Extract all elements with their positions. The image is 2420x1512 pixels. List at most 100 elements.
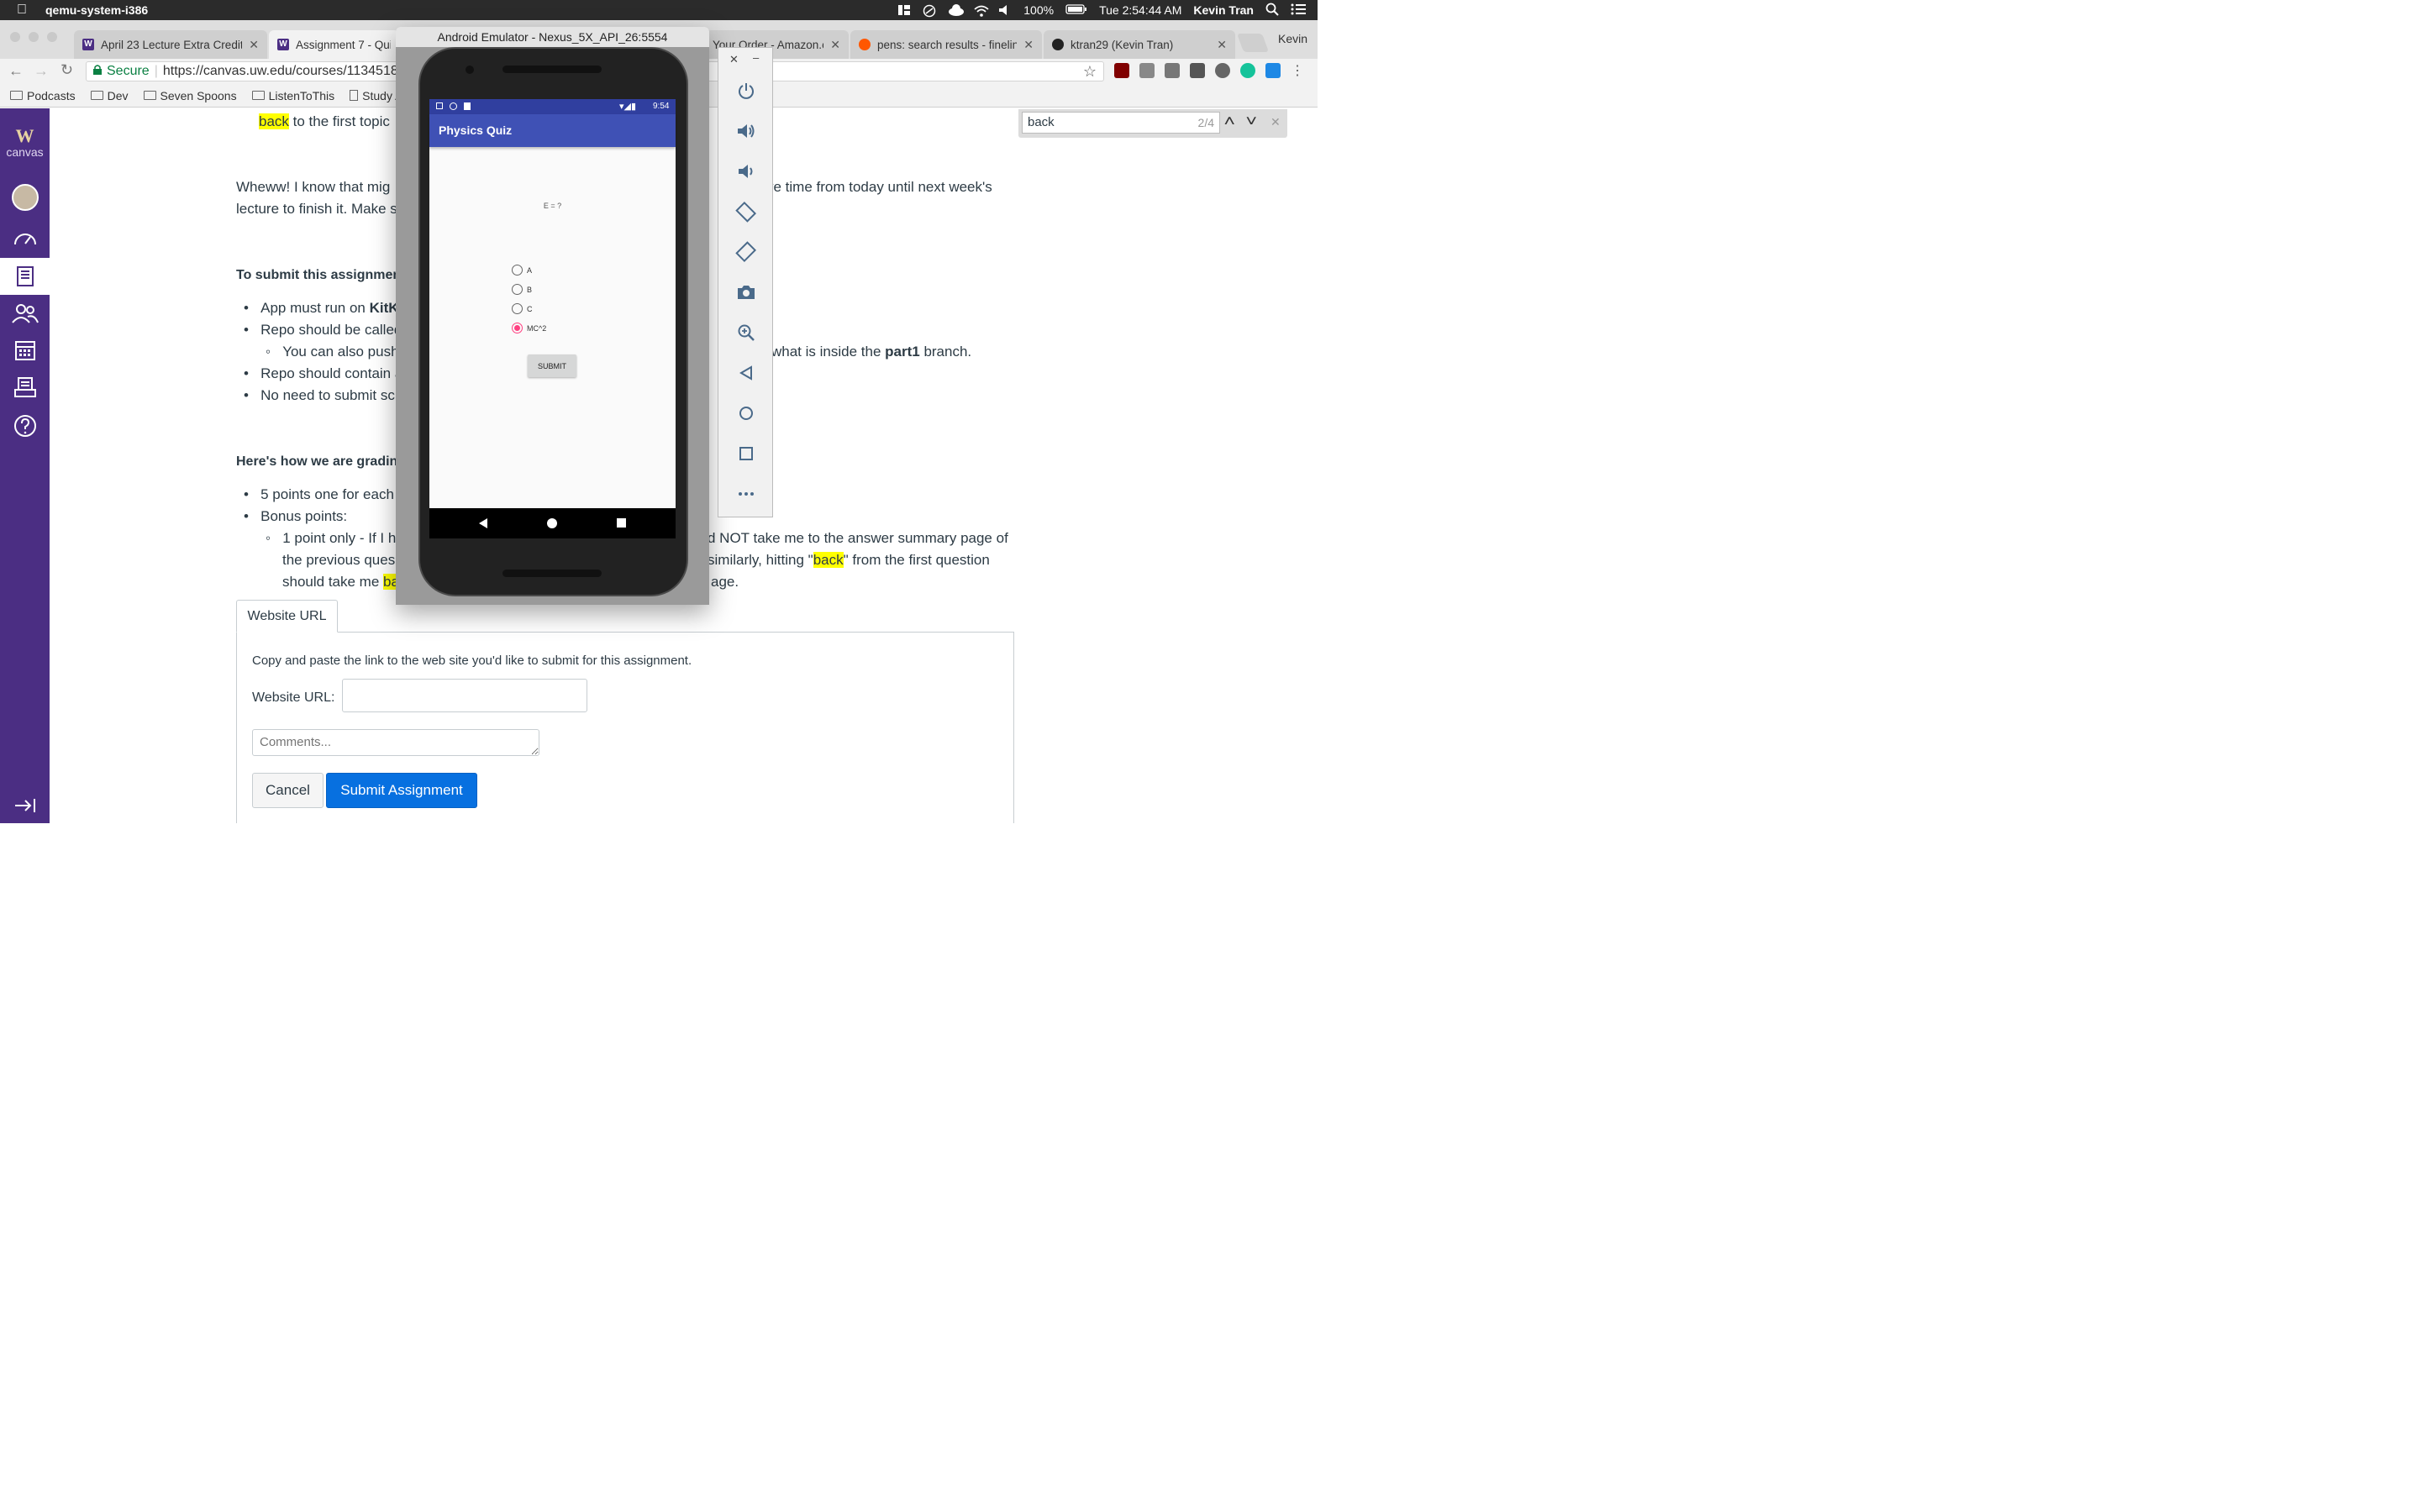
nav-dashboard[interactable] (0, 219, 50, 256)
text: part1 (885, 344, 920, 360)
forward-arrow-icon[interactable]: → (34, 62, 49, 80)
user-name[interactable]: Kevin Tran (1193, 3, 1254, 17)
back-arrow-icon[interactable]: ← (8, 62, 24, 80)
emulator-title[interactable]: Android Emulator - Nexus_5X_API_26:5554 (396, 27, 709, 47)
bookmark-label: Seven Spoons (160, 88, 237, 102)
emulator-minimize-icon[interactable]: – (753, 51, 759, 64)
nav-inbox[interactable] (0, 369, 50, 406)
nav-collapse[interactable] (0, 787, 50, 824)
notification-center-icon[interactable] (1291, 3, 1306, 18)
tab-close-icon[interactable]: ✕ (1217, 38, 1227, 52)
bookmark-label: ListenToThis (268, 88, 335, 102)
android-home-icon[interactable] (547, 518, 557, 528)
nav-account[interactable] (0, 179, 50, 216)
extension-icon[interactable] (1139, 63, 1155, 78)
website-url-input[interactable] (342, 679, 587, 712)
option-a-radio[interactable]: A (512, 265, 532, 276)
cancel-button[interactable]: Cancel (252, 773, 324, 808)
option-label: C (527, 304, 533, 313)
profile-name[interactable]: Kevin (1278, 32, 1307, 45)
find-highlight: back (259, 113, 289, 129)
volume-icon[interactable] (998, 4, 1012, 16)
find-next-icon[interactable]: ˅ (1245, 113, 1257, 130)
find-previous-icon[interactable]: ˄ (1223, 113, 1235, 130)
battery-percent: 100% (1023, 3, 1055, 17)
app-name[interactable]: qemu-system-i386 (45, 3, 148, 17)
quiz-submit-button[interactable]: SUBMIT (528, 354, 576, 377)
nav-help[interactable] (0, 407, 50, 444)
extension-icon[interactable] (1190, 63, 1205, 78)
submit-assignment-button[interactable]: Submit Assignment (326, 773, 477, 808)
ublock-extension-icon[interactable] (1114, 63, 1129, 78)
volume-up-icon[interactable] (718, 115, 774, 147)
radio-unchecked-icon (512, 284, 523, 295)
extension-icon[interactable] (1165, 63, 1180, 78)
option-d-radio[interactable]: MC^2 (512, 323, 546, 333)
nav-groups[interactable] (0, 295, 50, 332)
extension-icon[interactable] (1215, 63, 1230, 78)
browser-tab[interactable]: W April 23 Lecture Extra Credit ✕ (74, 30, 267, 59)
extension-icon[interactable] (1265, 63, 1281, 78)
window-zoom-button[interactable] (47, 32, 57, 42)
extensions-area: ⋮ (1114, 62, 1304, 79)
zoom-icon[interactable] (718, 317, 774, 349)
android-back-icon[interactable] (478, 517, 488, 533)
bookmark-folder[interactable]: Podcasts (10, 89, 76, 102)
bookmark-page[interactable]: Study A (350, 89, 402, 102)
back-icon[interactable] (718, 357, 774, 389)
browser-tab[interactable]: ktran29 (Kevin Tran) ✕ (1044, 30, 1235, 59)
sync-icon[interactable] (923, 4, 936, 18)
power-icon[interactable] (718, 75, 774, 107)
reload-icon[interactable]: ↻ (60, 61, 73, 79)
bullet-item: • Repo should contain a (244, 365, 403, 381)
text: You can also push (282, 344, 399, 360)
spotlight-search-icon[interactable] (1265, 3, 1279, 18)
bookmark-folder[interactable]: Dev (90, 89, 129, 102)
nav-courses[interactable] (0, 258, 50, 295)
clock[interactable]: Tue 2:54:44 AM (1099, 3, 1181, 17)
rotate-right-icon[interactable] (718, 236, 774, 268)
comments-textarea[interactable] (252, 729, 539, 756)
tab-close-icon[interactable]: ✕ (1023, 38, 1034, 52)
browser-tab-active[interactable]: W Assignment 7 - Quiz (269, 30, 399, 59)
text: similarly, hitting " (708, 552, 813, 568)
volume-down-icon[interactable] (718, 155, 774, 187)
tab-title: April 23 Lecture Extra Credit (101, 38, 243, 51)
dashboard-icon[interactable] (897, 4, 911, 16)
option-b-radio[interactable]: B (512, 284, 532, 295)
option-c-radio[interactable]: C (512, 303, 533, 314)
canvas-logo[interactable]: W canvas (0, 125, 50, 159)
window-minimize-button[interactable] (29, 32, 39, 42)
apple-icon[interactable]:  (17, 3, 27, 18)
content-line: back to the first topic (259, 111, 390, 133)
battery-icon[interactable] (1065, 3, 1087, 18)
text: No need to submit sc (260, 387, 395, 403)
overview-icon[interactable] (718, 438, 774, 470)
new-tab-button[interactable] (1236, 34, 1270, 52)
chrome-menu-icon[interactable]: ⋮ (1291, 62, 1304, 79)
submission-instructions: Copy and paste the link to the web site … (252, 654, 692, 668)
browser-tab[interactable]: pens: search results - fineliner ✕ (850, 30, 1042, 59)
tab-close-icon[interactable]: ✕ (830, 38, 840, 52)
tab-close-icon[interactable]: ✕ (249, 38, 259, 52)
tab-website-url[interactable]: Website URL (236, 600, 338, 633)
text: ve time from today until next week's (766, 179, 992, 195)
cloud-icon[interactable] (948, 4, 965, 16)
window-close-button[interactable] (10, 32, 20, 42)
radio-unchecked-icon (512, 303, 523, 314)
grammarly-extension-icon[interactable] (1240, 63, 1255, 78)
more-icon[interactable] (718, 478, 774, 510)
nav-calendar[interactable] (0, 332, 50, 369)
bookmark-folder[interactable]: ListenToThis (251, 88, 335, 102)
bookmark-star-icon[interactable]: ☆ (1083, 63, 1097, 81)
bookmark-folder[interactable]: Seven Spoons (143, 88, 237, 102)
home-icon[interactable] (718, 397, 774, 429)
rotate-left-icon[interactable] (718, 196, 774, 228)
emulator-close-icon[interactable]: ✕ (729, 53, 739, 66)
find-input[interactable]: back 2/4 (1022, 112, 1220, 134)
android-overview-icon[interactable] (617, 518, 626, 528)
wifi-icon[interactable] (973, 4, 989, 17)
camera-icon[interactable] (718, 276, 774, 308)
find-close-icon[interactable]: ✕ (1270, 115, 1281, 129)
text: age. (711, 574, 739, 590)
